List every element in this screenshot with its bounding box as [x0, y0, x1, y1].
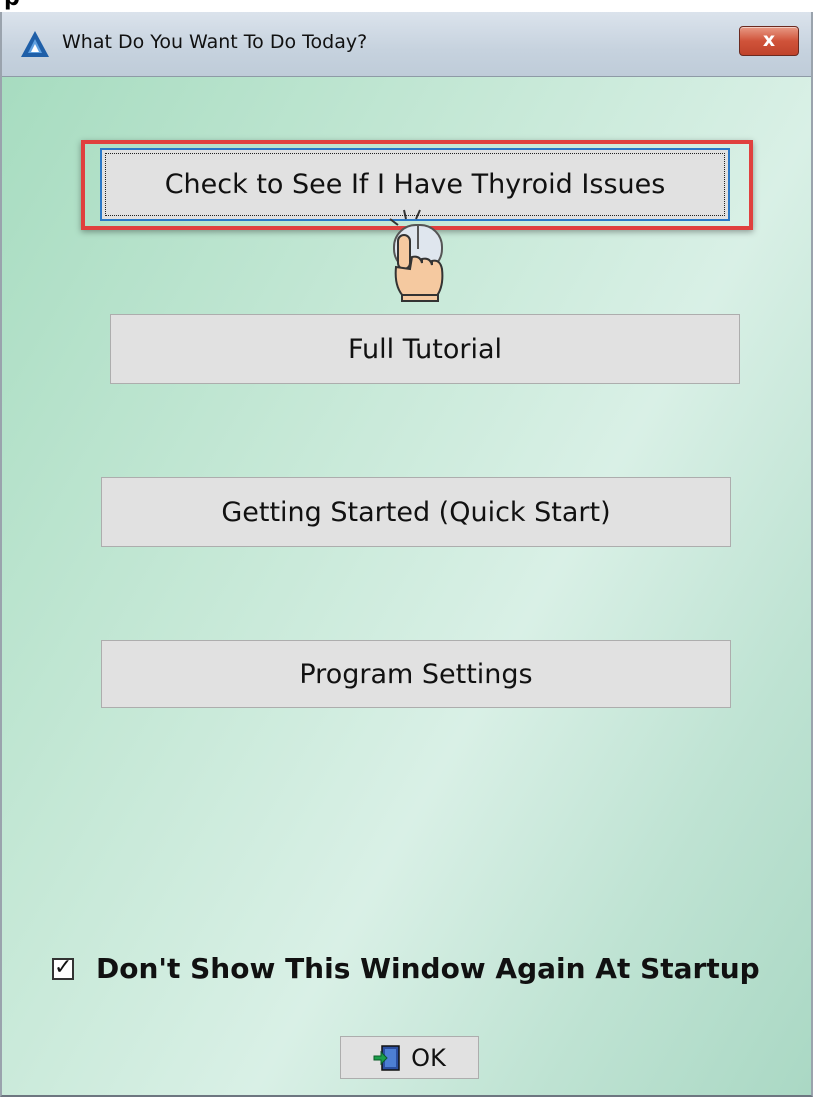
check-mark-icon: ✓ — [54, 954, 73, 980]
clipped-text: p — [4, 0, 20, 11]
full-tutorial-button[interactable]: Full Tutorial — [110, 314, 740, 384]
hand-cursor-icon — [389, 209, 444, 302]
title-bar: What Do You Want To Do Today? x — [2, 12, 811, 77]
top-strip: p — [0, 0, 816, 12]
startup-checkbox-label: Don't Show This Window Again At Startup — [96, 952, 760, 985]
ok-button[interactable]: OK — [340, 1036, 479, 1079]
dialog-window: What Do You Want To Do Today? x Check to… — [0, 12, 813, 1097]
app-logo-icon — [21, 31, 49, 57]
getting-started-button[interactable]: Getting Started (Quick Start) — [101, 477, 731, 547]
ok-label: OK — [411, 1043, 446, 1072]
startup-option[interactable]: ✓ Don't Show This Window Again At Startu… — [52, 952, 760, 985]
close-icon: x — [762, 29, 776, 51]
exit-door-icon — [373, 1044, 400, 1071]
close-button[interactable]: x — [739, 26, 799, 56]
window-title: What Do You Want To Do Today? — [62, 31, 368, 53]
dialog-body: Check to See If I Have Thyroid Issues Fu… — [2, 77, 811, 1095]
program-settings-button[interactable]: Program Settings — [101, 640, 731, 708]
startup-checkbox[interactable]: ✓ — [52, 954, 74, 980]
